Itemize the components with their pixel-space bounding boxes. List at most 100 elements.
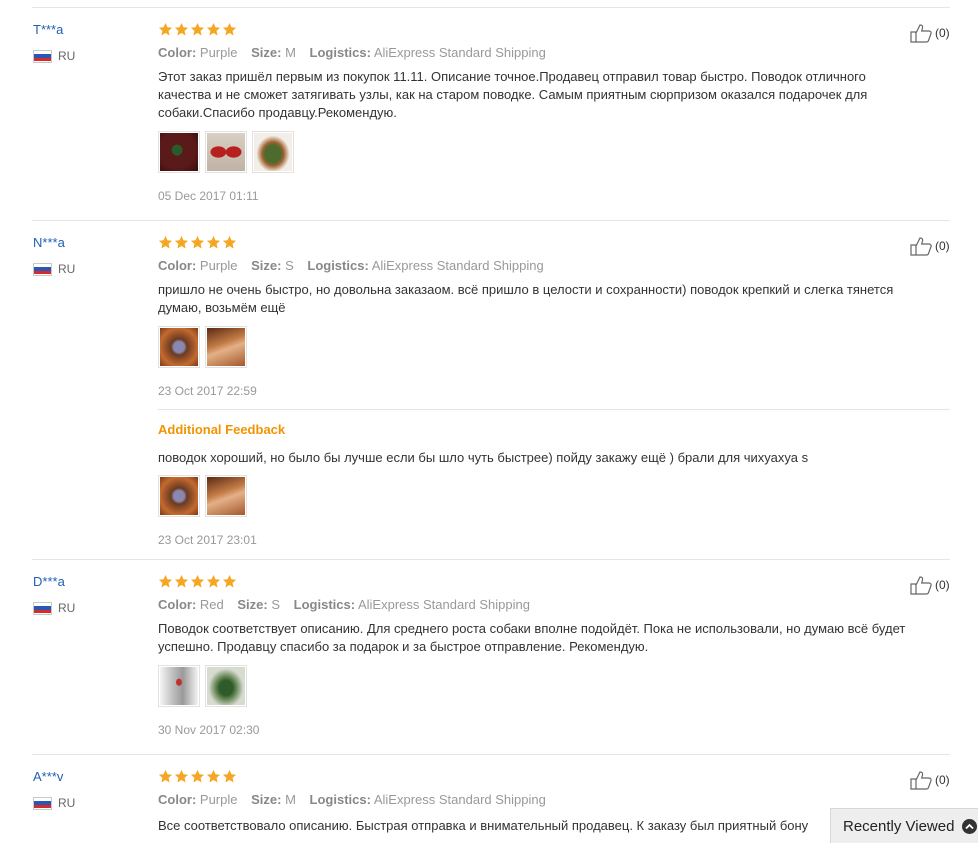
- size-label: Size:: [251, 45, 282, 60]
- star-icon: [174, 22, 189, 36]
- color-label: Color:: [158, 45, 197, 60]
- divider: [32, 7, 950, 8]
- helpful-button[interactable]: (0): [909, 770, 950, 790]
- review-photos: [158, 665, 247, 707]
- star-icon: [174, 769, 189, 783]
- star-icon: [190, 22, 205, 36]
- review-photo[interactable]: [205, 665, 247, 707]
- review-photo[interactable]: [205, 475, 247, 517]
- review-photo[interactable]: [158, 326, 200, 368]
- thumbs-up-icon: [910, 771, 932, 790]
- helpful-button[interactable]: (0): [909, 236, 950, 256]
- logistics-value: AliExpress Standard Shipping: [373, 45, 546, 60]
- logistics-label: Logistics:: [307, 258, 369, 273]
- star-icon: [190, 235, 205, 249]
- review-photo[interactable]: [205, 326, 247, 368]
- helpful-count: (0): [935, 239, 950, 253]
- color-value: Red: [199, 597, 224, 612]
- star-icon: [158, 574, 173, 588]
- review-date: 05 Dec 2017 01:11: [158, 189, 259, 203]
- reviewer-name[interactable]: A***v: [33, 769, 63, 784]
- size-value: M: [285, 45, 296, 60]
- divider: [158, 409, 950, 410]
- star-icon: [158, 22, 173, 36]
- logistics-value: AliExpress Standard Shipping: [371, 258, 544, 273]
- color-label: Color:: [158, 597, 197, 612]
- reviewer-name[interactable]: T***a: [33, 22, 63, 37]
- order-info: Color: Red Size: S Logistics: AliExpress…: [158, 597, 540, 612]
- reviewer-country: RU: [33, 262, 75, 276]
- review-text: Поводок соответствует описанию. Для сред…: [158, 621, 906, 654]
- helpful-button[interactable]: (0): [909, 23, 950, 43]
- russia-flag-icon: [33, 49, 52, 63]
- logistics-label: Logistics:: [309, 45, 371, 60]
- recently-viewed-tab[interactable]: Recently Viewed: [830, 808, 978, 843]
- reviewer-name[interactable]: D***a: [33, 574, 65, 589]
- reviewer-country: RU: [33, 49, 75, 63]
- color-value: Purple: [199, 792, 238, 807]
- review-photo[interactable]: [158, 665, 200, 707]
- size-label: Size:: [251, 258, 282, 273]
- russia-flag-icon: [33, 601, 52, 615]
- star-icon: [222, 574, 237, 588]
- reviewer-country: RU: [33, 601, 75, 615]
- color-value: Purple: [199, 45, 238, 60]
- country-code: RU: [58, 262, 76, 276]
- reviewer-country: RU: [33, 796, 75, 810]
- star-icon: [174, 235, 189, 249]
- star-icon: [222, 235, 237, 249]
- additional-feedback-heading: Additional Feedback: [158, 422, 286, 437]
- star-icon: [206, 769, 221, 783]
- logistics-label: Logistics:: [293, 597, 356, 612]
- star-icon: [158, 235, 173, 249]
- star-icon: [206, 235, 221, 249]
- order-info: Color: Purple Size: S Logistics: AliExpr…: [158, 258, 554, 273]
- country-code: RU: [58, 601, 76, 615]
- russia-flag-icon: [33, 262, 52, 276]
- order-info: Color: Purple Size: M Logistics: AliExpr…: [158, 792, 556, 807]
- size-label: Size:: [251, 792, 282, 807]
- helpful-count: (0): [935, 26, 950, 40]
- rating-stars: [158, 22, 237, 37]
- divider: [32, 559, 950, 560]
- review-date: 23 Oct 2017 22:59: [158, 384, 257, 398]
- review-photos: [158, 131, 294, 173]
- star-icon: [222, 22, 237, 36]
- rating-stars: [158, 574, 237, 589]
- review-photo[interactable]: [205, 131, 247, 173]
- divider: [32, 220, 950, 221]
- country-code: RU: [58, 796, 76, 810]
- rating-stars: [158, 769, 237, 784]
- star-icon: [190, 574, 205, 588]
- review-photo[interactable]: [158, 475, 200, 517]
- review-text: пришло не очень быстро, но довольна зака…: [158, 282, 894, 315]
- star-icon: [190, 769, 205, 783]
- helpful-count: (0): [935, 578, 950, 592]
- review-photo[interactable]: [158, 131, 200, 173]
- reviewer-name[interactable]: N***a: [33, 235, 65, 250]
- recently-viewed-label: Recently Viewed: [843, 817, 955, 835]
- review-text: Все соответствовало описанию. Быстрая от…: [158, 818, 809, 833]
- additional-feedback-text: поводок хороший, но было бы лучше если б…: [158, 450, 809, 465]
- thumbs-up-icon: [910, 24, 932, 43]
- order-info: Color: Purple Size: M Logistics: AliExpr…: [158, 45, 556, 60]
- size-value: S: [285, 258, 294, 273]
- color-label: Color:: [158, 258, 197, 273]
- helpful-button[interactable]: (0): [909, 575, 950, 595]
- helpful-count: (0): [935, 773, 950, 787]
- review-photo[interactable]: [252, 131, 294, 173]
- country-code: RU: [58, 49, 76, 63]
- star-icon: [206, 22, 221, 36]
- star-icon: [206, 574, 221, 588]
- review-photos: [158, 326, 247, 368]
- additional-feedback-date: 23 Oct 2017 23:01: [158, 533, 257, 547]
- star-icon: [174, 574, 189, 588]
- thumbs-up-icon: [910, 576, 932, 595]
- additional-feedback-photos: [158, 475, 247, 517]
- size-value: M: [285, 792, 296, 807]
- review-text: Этот заказ пришёл первым из покупок 11.1…: [158, 69, 868, 120]
- star-icon: [222, 769, 237, 783]
- logistics-value: AliExpress Standard Shipping: [357, 597, 530, 612]
- color-value: Purple: [199, 258, 238, 273]
- logistics-label: Logistics:: [309, 792, 371, 807]
